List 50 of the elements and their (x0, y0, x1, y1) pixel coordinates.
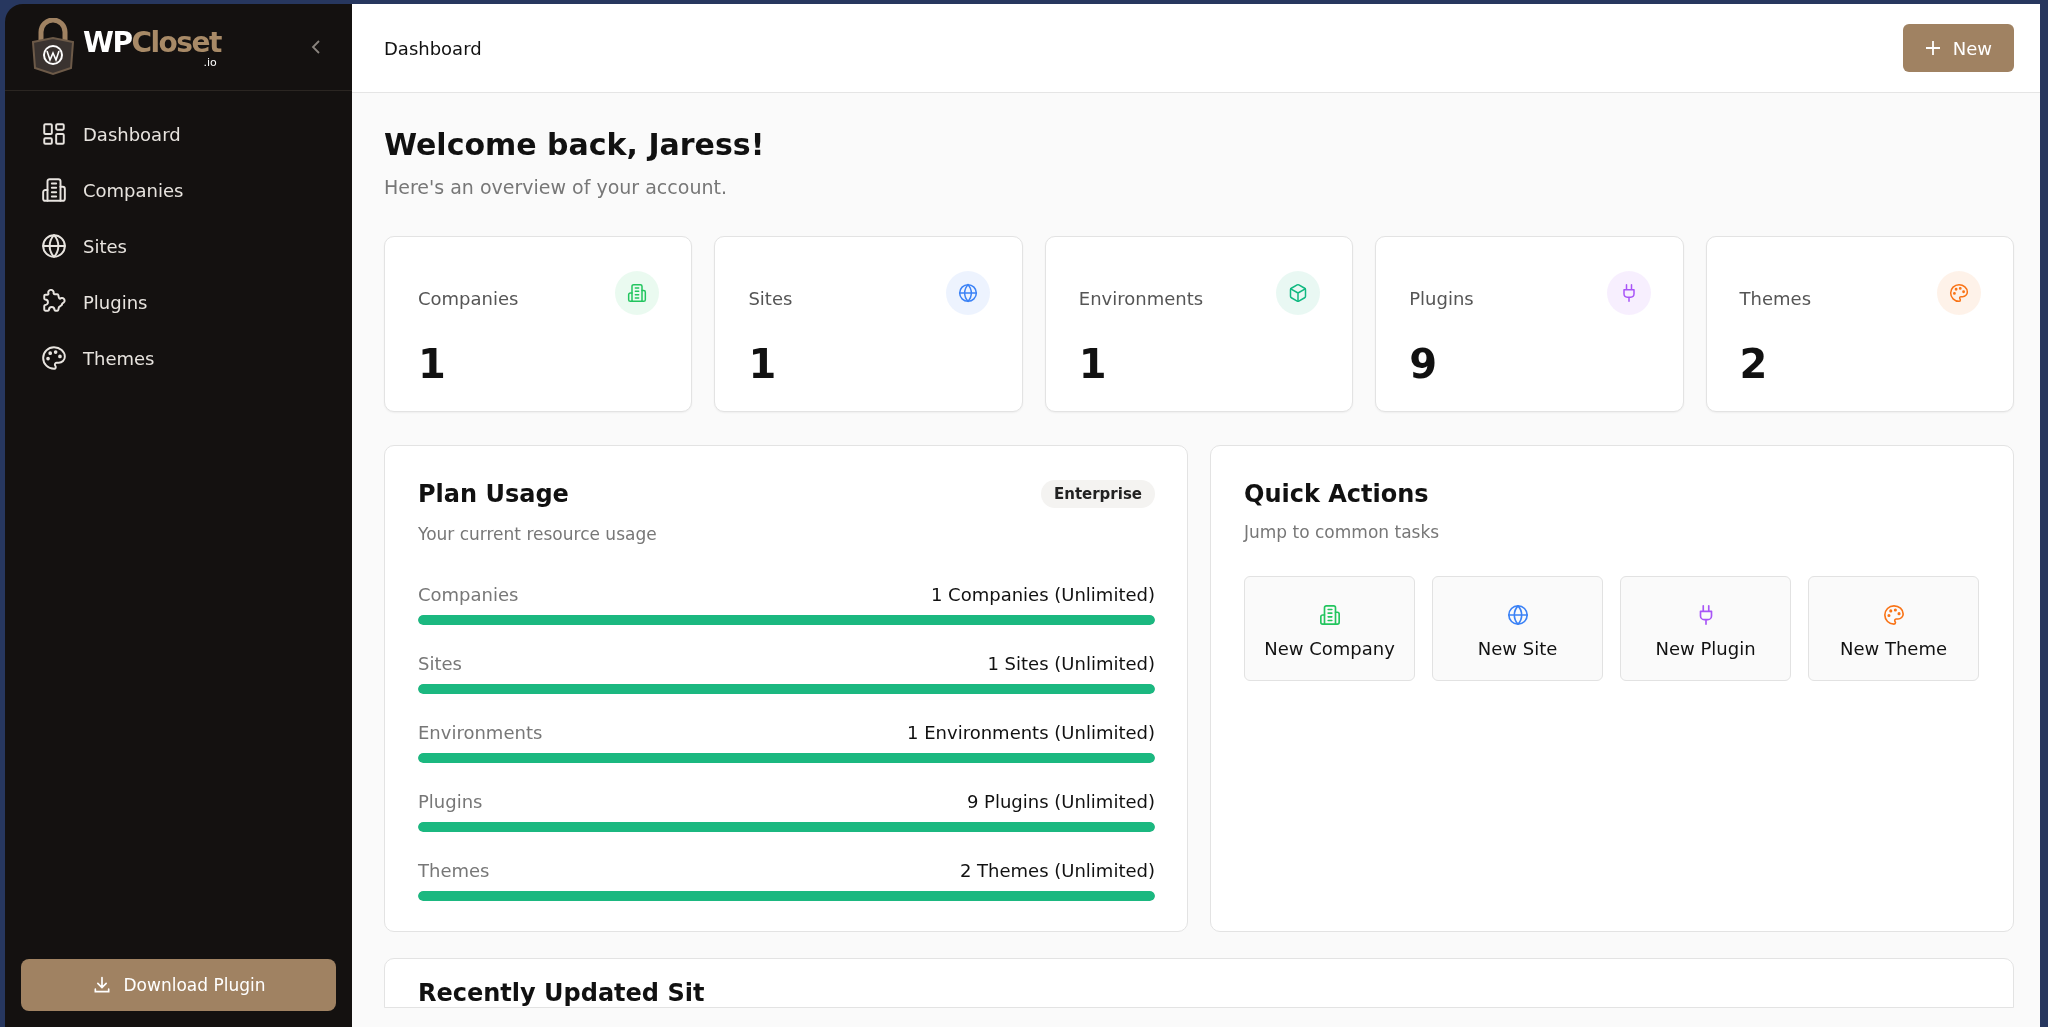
usage-label: Companies (418, 584, 519, 605)
stat-value: 1 (418, 341, 447, 387)
stat-label: Environments (1078, 287, 1204, 309)
stat-label: Themes (1739, 287, 1812, 309)
sidebar-item[interactable]: Dashboard (21, 110, 336, 158)
usage-label: Environments (418, 722, 543, 743)
quick-action-button[interactable]: New Company (1244, 576, 1415, 681)
stat-value: 2 (1739, 341, 1769, 387)
stat-label: Sites (748, 287, 793, 309)
padlock-logo-icon (29, 18, 77, 76)
grid-icon (41, 121, 67, 147)
quick-action-button[interactable]: New Plugin (1620, 576, 1791, 681)
sidebar-item[interactable]: Sites (21, 222, 336, 270)
card-title: Plan Usage (418, 480, 569, 508)
stat-value: 1 (1078, 341, 1108, 387)
quick-action-button[interactable]: New Site (1432, 576, 1603, 681)
brand-suffix: .io (203, 57, 217, 68)
usage-label: Sites (418, 653, 462, 674)
card-title: Quick Actions (1244, 480, 1430, 508)
stat-label: Companies (418, 287, 519, 309)
stat-value: 9 (1409, 341, 1439, 387)
usage-reading: 1 Sites (Unlimited) (987, 653, 1155, 674)
usage-reading: 1 Environments (Unlimited) (907, 722, 1155, 743)
globe-icon (41, 233, 67, 259)
sidebar-item[interactable]: Plugins (21, 278, 336, 326)
usage-reading: 9 Plugins (Unlimited) (966, 791, 1155, 812)
sidebar-item[interactable]: Themes (21, 334, 336, 382)
sidebar-item[interactable]: Companies (21, 166, 336, 214)
welcome-subtitle: Here's an overview of your account. (384, 176, 728, 198)
card-title: Recently Updated Sit (418, 979, 706, 1007)
page-title: Dashboard (384, 37, 482, 59)
new-button[interactable]: New (1902, 24, 2014, 72)
download-plugin-button[interactable]: Download Plugin (21, 959, 336, 1011)
palette-icon (41, 345, 67, 371)
building-icon (41, 177, 67, 203)
stat-label: Plugins (1409, 287, 1474, 309)
puzzle-icon (41, 289, 67, 315)
welcome-heading: Welcome back, Jaress! (384, 127, 766, 162)
plus-icon (1924, 40, 1941, 56)
quick-action-button[interactable]: New Theme (1808, 576, 1979, 681)
usage-label: Themes (418, 860, 490, 881)
plan-badge: Enterprise (1040, 480, 1155, 508)
chevron-left-icon[interactable] (310, 39, 322, 55)
usage-reading: 1 Companies (Unlimited) (930, 584, 1155, 605)
stat-value: 1 (748, 341, 778, 387)
usage-label: Plugins (418, 791, 483, 812)
brand-name: WPCloset (83, 26, 221, 59)
usage-reading: 2 Themes (Unlimited) (959, 860, 1155, 881)
card-subtitle: Your current resource usage (418, 524, 658, 544)
card-subtitle: Jump to common tasks (1244, 522, 1441, 542)
